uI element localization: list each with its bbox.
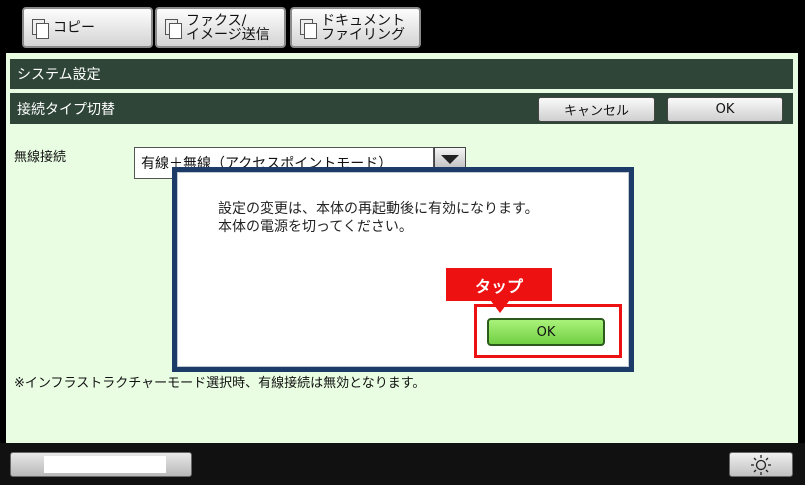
- tab-fax-label: ファクス/ イメージ送信: [186, 12, 270, 43]
- tab-copy-label: コピー: [53, 19, 95, 36]
- tab-document-filing-label: ドキュメント ファイリング: [321, 12, 405, 43]
- tab-fax-image-send[interactable]: ファクス/ イメージ送信: [155, 7, 286, 48]
- ok-button[interactable]: OK: [667, 97, 783, 122]
- job-status-indicator: [44, 456, 166, 473]
- section-title: 接続タイプ切替: [17, 101, 115, 118]
- cancel-button[interactable]: キャンセル: [538, 97, 655, 122]
- copy-icon: [30, 18, 49, 39]
- job-status-button[interactable]: [10, 452, 192, 477]
- dialog-message-line1: 設定の変更は、本体の再起動後に有効になります。: [218, 201, 539, 217]
- brightness-icon: [751, 454, 771, 475]
- document-filing-icon: [298, 18, 317, 39]
- tap-annotation-label: タップ: [474, 276, 523, 296]
- infrastructure-mode-note: ※インフラストラクチャーモード選択時、有線接続は無効となります。: [14, 376, 426, 391]
- tab-document-filing[interactable]: ドキュメント ファイリング: [290, 7, 421, 48]
- fax-icon: [163, 18, 182, 39]
- page-title: システム設定: [17, 67, 101, 83]
- system-settings-header: システム設定: [10, 59, 793, 89]
- dialog-message-line2: 本体の電源を切ってください。: [218, 219, 413, 235]
- dialog-ok-button[interactable]: OK: [487, 318, 605, 346]
- brightness-button[interactable]: [729, 452, 793, 477]
- tap-annotation: タップ: [446, 268, 552, 301]
- tab-copy[interactable]: コピー: [22, 7, 153, 48]
- wireless-connection-label: 無線接続: [14, 150, 67, 165]
